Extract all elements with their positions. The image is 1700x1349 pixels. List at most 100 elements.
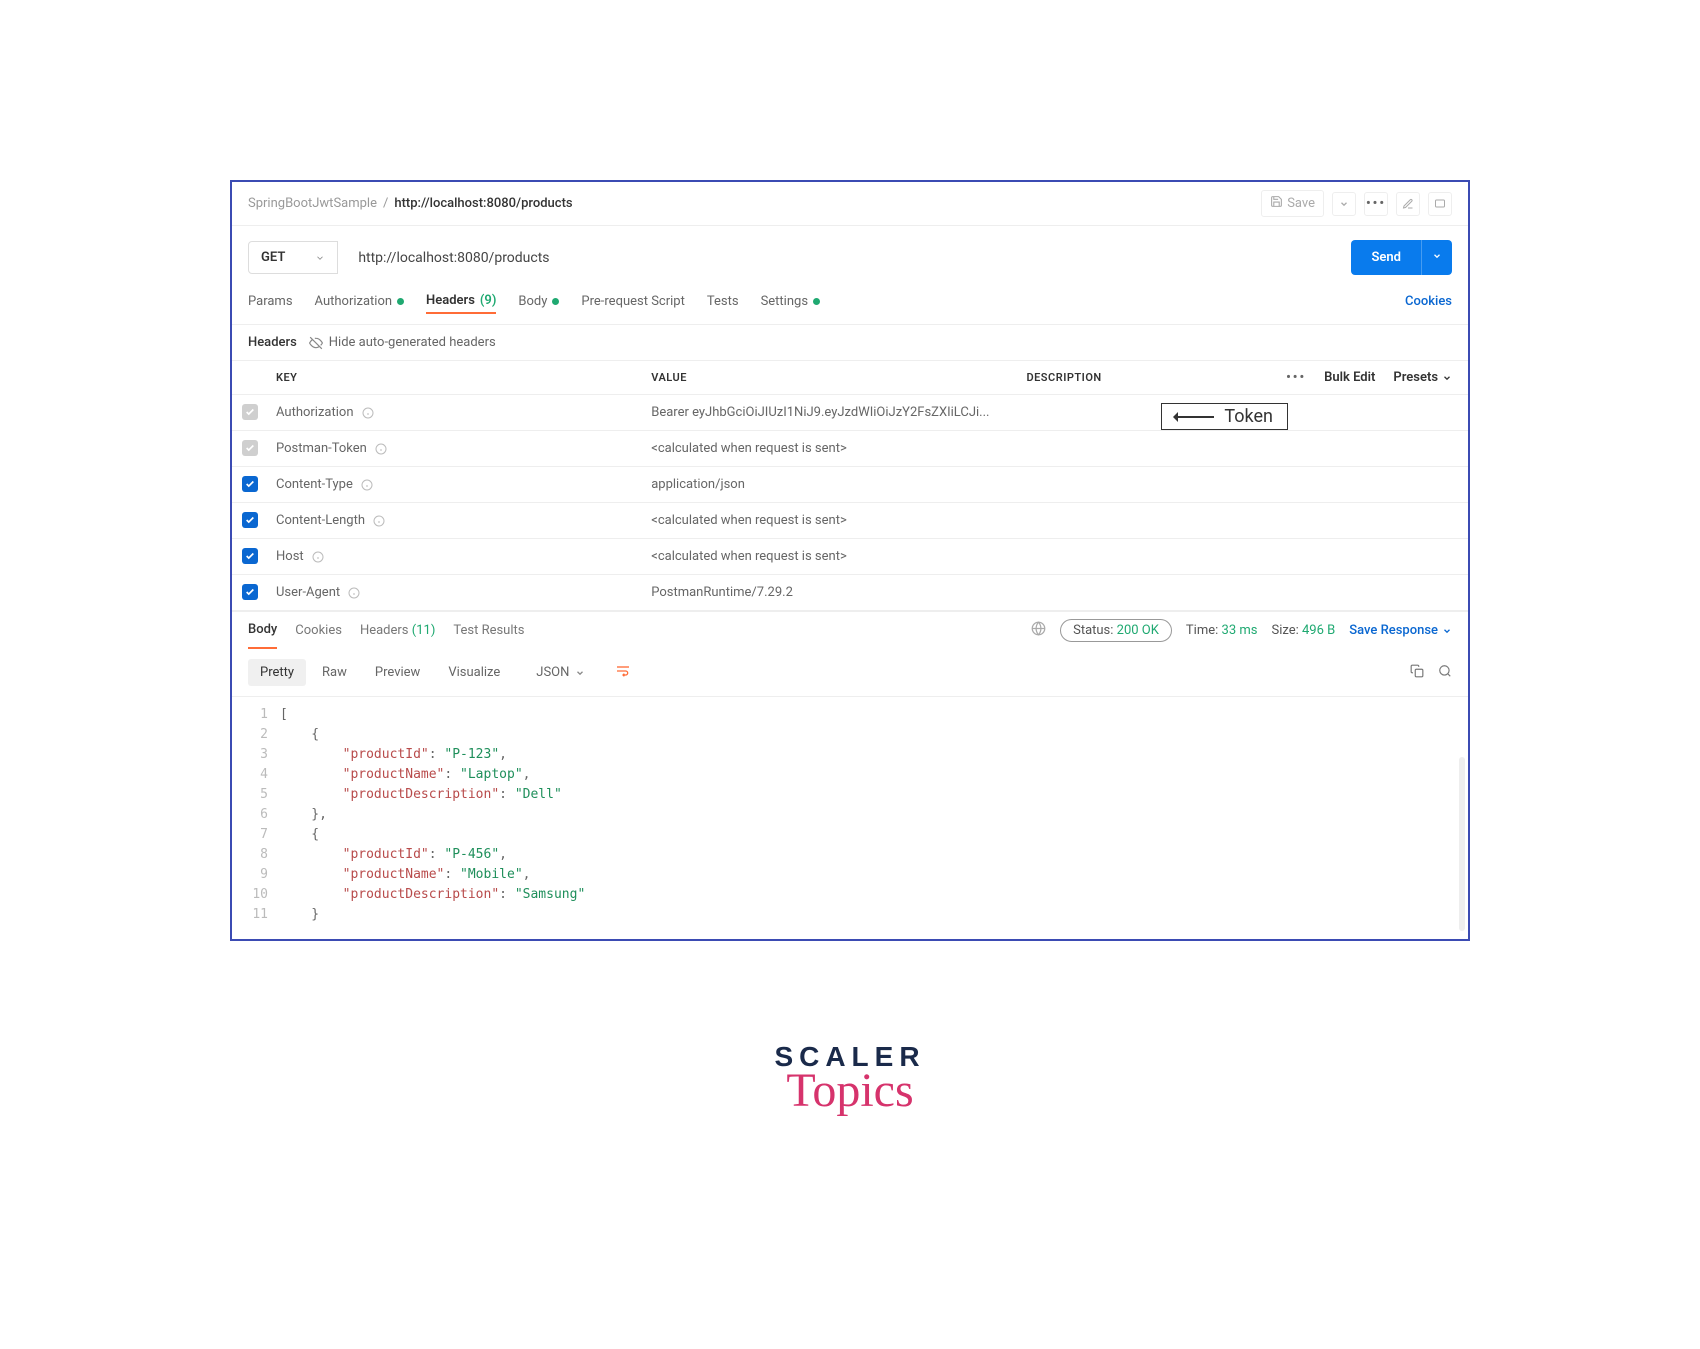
- postman-window: SpringBootJwtSample / http://localhost:8…: [230, 180, 1470, 941]
- header-desc[interactable]: [1016, 511, 1213, 531]
- header-key[interactable]: Content-Type: [266, 467, 641, 502]
- scaler-logo: SCALER Topics: [0, 1041, 1700, 1118]
- more-actions-button[interactable]: •••: [1364, 192, 1388, 216]
- globe-icon[interactable]: [1031, 621, 1046, 640]
- tab-settings[interactable]: Settings: [761, 290, 820, 313]
- dots-icon: •••: [1366, 196, 1386, 211]
- vtab-visualize[interactable]: Visualize: [436, 659, 512, 686]
- row-checkbox[interactable]: [242, 440, 258, 456]
- chevron-down-icon: [1442, 626, 1452, 636]
- copy-icon: [1410, 664, 1424, 678]
- response-meta: Status: 200 OK Time: 33 ms Size: 496 B S…: [1031, 619, 1452, 642]
- header-value[interactable]: <calculated when request is sent>: [641, 539, 1016, 574]
- tab-prerequest[interactable]: Pre-request Script: [581, 290, 684, 313]
- breadcrumb-request[interactable]: http://localhost:8080/products: [394, 196, 572, 211]
- resp-tab-body[interactable]: Body: [248, 612, 277, 649]
- url-input[interactable]: http://localhost:8080/products: [348, 242, 1341, 274]
- table-row[interactable]: Content-Type application/json: [232, 467, 1468, 503]
- resp-tab-tests[interactable]: Test Results: [453, 613, 524, 648]
- hide-autogen-button[interactable]: Hide auto-generated headers: [309, 335, 496, 350]
- tab-params[interactable]: Params: [248, 290, 293, 313]
- header-value[interactable]: <calculated when request is sent>: [641, 503, 1016, 538]
- vtab-raw[interactable]: Raw: [310, 659, 359, 686]
- tab-tests[interactable]: Tests: [707, 290, 739, 313]
- header-value[interactable]: <calculated when request is sent>: [641, 431, 1016, 466]
- table-actions: ••• Bulk Edit Presets: [1213, 370, 1468, 385]
- body-dot-icon: [552, 298, 559, 305]
- save-dropdown[interactable]: [1332, 192, 1356, 216]
- header-desc[interactable]: [1016, 439, 1213, 459]
- header-key[interactable]: Host: [266, 539, 641, 574]
- header-key[interactable]: User-Agent: [266, 575, 641, 610]
- info-icon[interactable]: [362, 407, 374, 419]
- header-value[interactable]: application/json: [641, 467, 1016, 502]
- request-tabs: Params Authorization Headers (9) Body Pr…: [232, 289, 1468, 325]
- edit-button[interactable]: [1396, 192, 1420, 216]
- headers-table: KEY VALUE DESCRIPTION ••• Bulk Edit Pres…: [232, 360, 1468, 611]
- format-select[interactable]: JSON: [526, 659, 595, 686]
- row-checkbox[interactable]: [242, 584, 258, 600]
- save-label: Save: [1287, 196, 1315, 211]
- resp-tab-cookies[interactable]: Cookies: [295, 613, 342, 648]
- method-select[interactable]: GET: [248, 241, 338, 274]
- info-icon[interactable]: [373, 515, 385, 527]
- breadcrumb-sep: /: [383, 196, 388, 211]
- bulk-edit-button[interactable]: Bulk Edit: [1324, 370, 1375, 385]
- resp-tab-headers[interactable]: Headers (11): [360, 613, 435, 648]
- code-lines[interactable]: [ { "productId": "P-123", "productName":…: [280, 705, 1468, 925]
- col-desc: DESCRIPTION: [1016, 361, 1213, 394]
- tab-headers[interactable]: Headers (9): [426, 289, 496, 314]
- col-key: KEY: [266, 361, 641, 394]
- tab-authorization[interactable]: Authorization: [315, 290, 405, 313]
- send-dropdown[interactable]: [1421, 240, 1452, 275]
- status-pill: Status: 200 OK: [1060, 619, 1172, 642]
- table-row[interactable]: Postman-Token <calculated when request i…: [232, 431, 1468, 467]
- header-key[interactable]: Content-Length: [266, 503, 641, 538]
- save-response-button[interactable]: Save Response: [1349, 623, 1452, 638]
- header-desc[interactable]: [1016, 583, 1213, 603]
- annotation-label: Token: [1224, 406, 1273, 427]
- line-gutter: 1234567891011: [232, 705, 280, 925]
- comment-button[interactable]: [1428, 192, 1452, 216]
- info-icon[interactable]: [312, 551, 324, 563]
- table-row[interactable]: Content-Length <calculated when request …: [232, 503, 1468, 539]
- header-key[interactable]: Authorization: [266, 395, 641, 430]
- col-value: VALUE: [641, 361, 1016, 394]
- row-checkbox[interactable]: [242, 512, 258, 528]
- token-annotation: Token: [1161, 403, 1288, 430]
- cookies-link[interactable]: Cookies: [1405, 294, 1452, 309]
- auth-dot-icon: [397, 298, 404, 305]
- table-row[interactable]: Host <calculated when request is sent>: [232, 539, 1468, 575]
- wrap-button[interactable]: [615, 663, 631, 683]
- row-checkbox[interactable]: [242, 404, 258, 420]
- send-button[interactable]: Send: [1351, 240, 1452, 275]
- chevron-down-icon: [315, 253, 325, 263]
- header-value[interactable]: PostmanRuntime/7.29.2: [641, 575, 1016, 610]
- presets-button[interactable]: Presets: [1393, 370, 1452, 385]
- response-body: 1234567891011 [ { "productId": "P-123", …: [232, 697, 1468, 939]
- row-checkbox[interactable]: [242, 476, 258, 492]
- table-row[interactable]: User-Agent PostmanRuntime/7.29.2: [232, 575, 1468, 611]
- scrollbar[interactable]: [1459, 757, 1465, 931]
- info-icon[interactable]: [375, 443, 387, 455]
- search-button[interactable]: [1438, 664, 1452, 682]
- chevron-down-icon: [1442, 373, 1452, 383]
- save-button[interactable]: Save: [1261, 190, 1324, 217]
- header-desc[interactable]: [1016, 547, 1213, 567]
- info-icon[interactable]: [361, 479, 373, 491]
- tab-body[interactable]: Body: [518, 290, 559, 313]
- header-key[interactable]: Postman-Token: [266, 431, 641, 466]
- info-icon[interactable]: [348, 587, 360, 599]
- top-actions: Save •••: [1261, 190, 1452, 217]
- row-checkbox[interactable]: [242, 548, 258, 564]
- breadcrumb-project[interactable]: SpringBootJwtSample: [248, 196, 377, 211]
- header-desc[interactable]: [1016, 475, 1213, 495]
- header-value[interactable]: Bearer eyJhbGciOiJIUzI1NiJ9.eyJzdWIiOiJz…: [641, 395, 1016, 430]
- headers-table-head: KEY VALUE DESCRIPTION ••• Bulk Edit Pres…: [232, 361, 1468, 395]
- vtab-preview[interactable]: Preview: [363, 659, 432, 686]
- view-tabs: Pretty Raw Preview Visualize JSON: [232, 649, 1468, 697]
- copy-button[interactable]: [1410, 664, 1424, 682]
- vtab-pretty[interactable]: Pretty: [248, 659, 306, 686]
- table-more-button[interactable]: •••: [1286, 370, 1306, 385]
- eye-off-icon: [309, 336, 323, 350]
